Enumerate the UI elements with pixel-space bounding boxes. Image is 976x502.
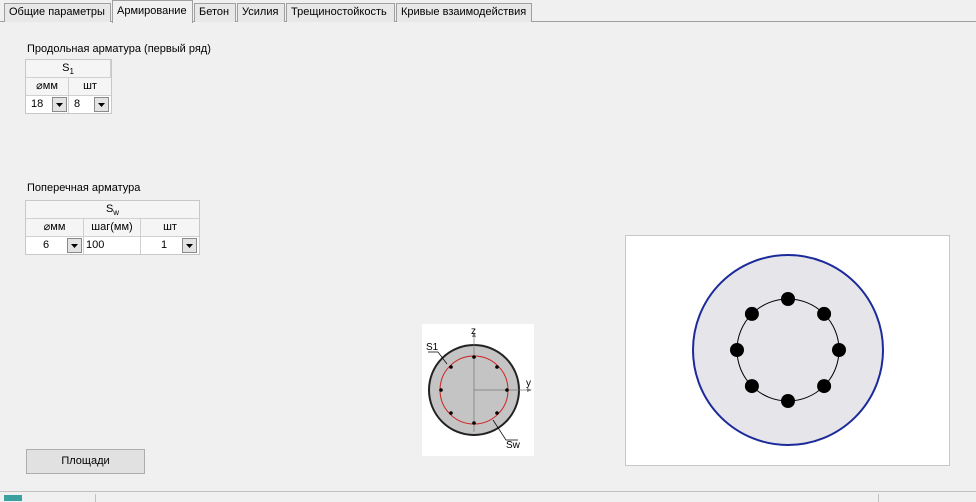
preview-bar [730, 343, 744, 357]
transverse-step-input[interactable]: 100 [84, 237, 141, 254]
status-indicator [4, 495, 22, 501]
preview-bar [817, 379, 832, 394]
transverse-diameter-header: ⌀мм [26, 219, 84, 237]
transverse-group-header: Sw [26, 201, 199, 219]
scheme-s1-label: S1 [426, 342, 439, 353]
preview-bar [781, 394, 795, 408]
scheme-y-label: y [526, 378, 531, 389]
preview-bar [744, 379, 759, 394]
transverse-count-header: шт [141, 219, 199, 237]
scheme-bar [439, 388, 443, 392]
dropdown-arrow-icon[interactable] [182, 238, 197, 253]
scheme-bar [449, 365, 453, 369]
dropdown-arrow-icon[interactable] [52, 97, 67, 112]
transverse-title: Поперечная арматура [27, 182, 141, 194]
section-preview [625, 235, 950, 466]
transverse-diameter-value: 6 [43, 239, 50, 251]
transverse-count-col-label: шт [163, 221, 177, 233]
transverse-diameter-select[interactable]: 6 [26, 237, 84, 254]
section-preview-drawing [692, 254, 884, 446]
tab-reinforcement[interactable]: Армирование [112, 0, 193, 23]
section-scheme: z y S1 Sw [422, 324, 534, 456]
longitudinal-group-sub: 1 [69, 67, 74, 77]
preview-concrete-circle [692, 254, 884, 446]
longitudinal-group-header: S1 [26, 60, 111, 78]
section-scheme-drawing [428, 332, 532, 441]
scheme-sw-label: Sw [506, 440, 520, 451]
scheme-bar [449, 411, 453, 415]
longitudinal-count-select[interactable]: 8 [69, 96, 111, 113]
scheme-bar [495, 365, 499, 369]
longitudinal-count-header: шт [69, 78, 111, 96]
transverse-diameter-col-label: мм [50, 221, 66, 233]
preview-bar [817, 306, 832, 321]
tab-general-params[interactable]: Общие параметры [4, 3, 111, 22]
tab-forces[interactable]: Усилия [237, 3, 285, 22]
transverse-step-value: 100 [86, 239, 105, 251]
longitudinal-grid: S1 ⌀мм шт 18 8 [25, 59, 112, 114]
scheme-bar [505, 388, 509, 392]
preview-bar [832, 343, 846, 357]
scheme-bar [495, 411, 499, 415]
transverse-count-select[interactable]: 1 [141, 237, 199, 254]
status-bar [0, 491, 976, 502]
tab-interaction-curves[interactable]: Кривые взаимодействия [396, 3, 532, 22]
longitudinal-diameter-header: ⌀мм [26, 78, 69, 96]
longitudinal-diameter-col-label: мм [42, 80, 58, 92]
areas-button[interactable]: Площади [26, 449, 145, 474]
tab-crack-resistance[interactable]: Трещиностойкость [286, 3, 395, 22]
preview-bar [781, 292, 795, 306]
longitudinal-diameter-value: 18 [31, 98, 44, 110]
transverse-grid: Sw ⌀мм шаг(мм) шт 6 100 1 [25, 200, 200, 255]
diameter-icon: ⌀ [36, 80, 43, 92]
transverse-group-sub: w [113, 208, 120, 218]
longitudinal-title: Продольная арматура (первый ряд) [27, 43, 211, 55]
transverse-step-col-label: шаг(мм) [91, 221, 133, 233]
transverse-count-value: 1 [161, 239, 168, 251]
scheme-z-label: z [471, 326, 476, 337]
scheme-bar [472, 355, 476, 359]
tab-strip: Общие параметры Армирование Бетон Усилия… [0, 0, 976, 23]
transverse-step-header: шаг(мм) [84, 219, 141, 237]
longitudinal-count-col-label: шт [83, 80, 97, 92]
longitudinal-count-value: 8 [74, 98, 81, 110]
preview-bar [744, 306, 759, 321]
longitudinal-diameter-select[interactable]: 18 [26, 96, 69, 113]
dropdown-arrow-icon[interactable] [94, 97, 109, 112]
dropdown-arrow-icon[interactable] [67, 238, 82, 253]
tab-concrete[interactable]: Бетон [194, 3, 236, 22]
scheme-bar [472, 421, 476, 425]
